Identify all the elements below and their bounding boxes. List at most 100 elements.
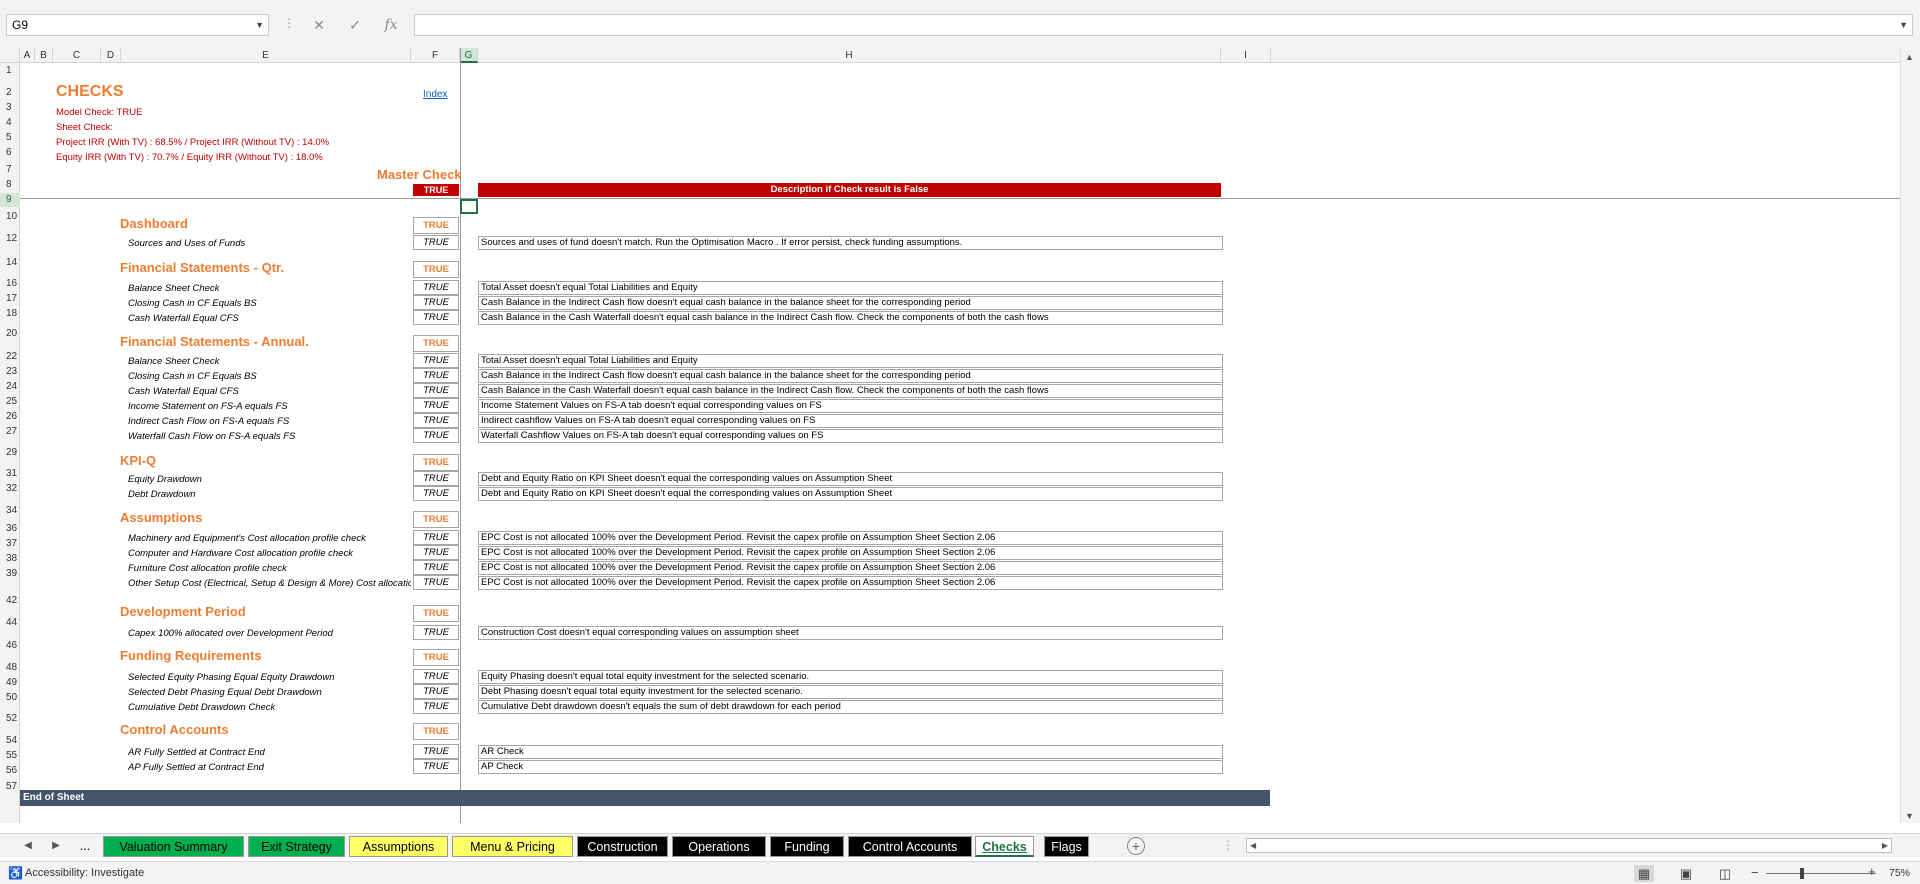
row-header-17[interactable]: 17	[0, 292, 20, 306]
select-all-corner[interactable]	[0, 48, 20, 63]
accessibility-status[interactable]: Accessibility: Investigate	[25, 867, 144, 879]
more-options-icon[interactable]: ⋮	[1222, 838, 1234, 852]
section-check-value[interactable]: TRUE	[413, 217, 459, 234]
row-header-44[interactable]: 44	[0, 616, 20, 630]
row-header-32[interactable]: 32	[0, 482, 20, 496]
next-sheet-icon[interactable]: ▶	[46, 837, 66, 855]
sheet-tab-funding[interactable]: Funding	[770, 836, 844, 857]
cancel-icon[interactable]: ✕	[306, 14, 332, 36]
row-header-23[interactable]: 23	[0, 365, 20, 379]
zoom-in-icon[interactable]: +	[1868, 864, 1876, 879]
column-header-b[interactable]: B	[35, 48, 53, 63]
scroll-right-icon[interactable]: ▶	[1882, 839, 1888, 852]
selected-cell[interactable]	[460, 199, 478, 214]
column-header-d[interactable]: D	[101, 48, 121, 63]
check-icon[interactable]: ✓	[342, 14, 368, 36]
check-description[interactable]: Equity Phasing doesn't equal total equit…	[478, 670, 1223, 684]
zoom-out-icon[interactable]: −	[1751, 865, 1759, 880]
check-value[interactable]: TRUE	[413, 560, 459, 575]
column-header-i[interactable]: I	[1221, 48, 1271, 63]
check-description[interactable]: Waterfall Cashflow Values on FS-A tab do…	[478, 429, 1223, 443]
row-header-36[interactable]: 36	[0, 522, 20, 536]
column-header-h[interactable]: H	[478, 48, 1221, 63]
check-value[interactable]: TRUE	[413, 235, 459, 250]
check-value[interactable]: TRUE	[413, 383, 459, 398]
row-header-52[interactable]: 52	[0, 712, 20, 726]
check-value[interactable]: TRUE	[413, 310, 459, 325]
check-description[interactable]: Debt and Equity Ratio on KPI Sheet doesn…	[478, 472, 1223, 486]
row-header-46[interactable]: 46	[0, 639, 20, 653]
sheet-tab-assumptions[interactable]: Assumptions	[349, 836, 448, 857]
row-header-7[interactable]: 7	[0, 163, 20, 177]
row-header-16[interactable]: 16	[0, 277, 20, 291]
check-value[interactable]: TRUE	[413, 428, 459, 443]
zoom-slider[interactable]	[1766, 873, 1876, 874]
check-description[interactable]: Total Asset doesn't equal Total Liabilit…	[478, 354, 1223, 368]
check-description[interactable]: Cumulative Debt drawdown doesn't equals …	[478, 700, 1223, 714]
horizontal-scrollbar[interactable]: ◀ ▶	[1246, 838, 1892, 853]
column-header-f[interactable]: F	[411, 48, 460, 63]
section-check-value[interactable]: TRUE	[413, 511, 459, 528]
check-value[interactable]: TRUE	[413, 280, 459, 295]
check-description[interactable]: EPC Cost is not allocated 100% over the …	[478, 561, 1223, 575]
check-value[interactable]: TRUE	[413, 545, 459, 560]
page-layout-view-icon[interactable]: ▣	[1676, 865, 1696, 882]
section-check-value[interactable]: TRUE	[413, 261, 459, 278]
row-header-48[interactable]: 48	[0, 661, 20, 675]
prev-sheet-icon[interactable]: ◀	[18, 837, 38, 855]
check-value[interactable]: TRUE	[413, 486, 459, 501]
zoom-level[interactable]: 75%	[1889, 867, 1910, 879]
row-header-42[interactable]: 42	[0, 594, 20, 608]
row-header-14[interactable]: 14	[0, 256, 20, 270]
section-check-value[interactable]: TRUE	[413, 649, 459, 666]
check-value[interactable]: TRUE	[413, 625, 459, 640]
row-header-29[interactable]: 29	[0, 446, 20, 460]
row-header-2[interactable]: 2	[0, 86, 20, 100]
check-description[interactable]: AR Check	[478, 745, 1223, 759]
check-value[interactable]: TRUE	[413, 684, 459, 699]
check-value[interactable]: TRUE	[413, 530, 459, 545]
sheet-tab-operations[interactable]: Operations	[672, 836, 766, 857]
check-description[interactable]: Cash Balance in the Cash Waterfall doesn…	[478, 384, 1223, 398]
sheet-tab-menu-pricing[interactable]: Menu & Pricing	[452, 836, 573, 857]
sheet-tab-exit-strategy[interactable]: Exit Strategy	[248, 836, 345, 857]
row-header-38[interactable]: 38	[0, 552, 20, 566]
row-header-18[interactable]: 18	[0, 307, 20, 321]
row-header-12[interactable]: 12	[0, 232, 20, 246]
sheet-tab-checks[interactable]: Checks	[975, 836, 1034, 857]
vertical-scrollbar[interactable]: ▲ ▼	[1900, 48, 1920, 823]
more-sheets-button[interactable]: ...	[72, 836, 98, 857]
check-description[interactable]: EPC Cost is not allocated 100% over the …	[478, 546, 1223, 560]
check-value[interactable]: TRUE	[413, 398, 459, 413]
row-header-55[interactable]: 55	[0, 749, 20, 763]
check-value[interactable]: TRUE	[413, 575, 459, 590]
check-description[interactable]: EPC Cost is not allocated 100% over the …	[478, 531, 1223, 545]
sheet-tab-valuation-summary[interactable]: Valuation Summary	[103, 836, 244, 857]
page-break-view-icon[interactable]: ◫	[1715, 865, 1735, 882]
check-description[interactable]: AP Check	[478, 760, 1223, 774]
check-value[interactable]: TRUE	[413, 295, 459, 310]
section-check-value[interactable]: TRUE	[413, 723, 459, 740]
row-header-1[interactable]: 1	[0, 64, 20, 78]
row-header-22[interactable]: 22	[0, 350, 20, 364]
column-header-a[interactable]: A	[20, 48, 35, 63]
add-sheet-icon[interactable]: +	[1127, 837, 1145, 855]
row-header-8[interactable]: 8	[0, 178, 20, 192]
check-description[interactable]: Indirect cashflow Values on FS-A tab doe…	[478, 414, 1223, 428]
sheet-tab-control-accounts[interactable]: Control Accounts	[848, 836, 972, 857]
normal-view-icon[interactable]: ▦	[1634, 865, 1654, 882]
row-header-54[interactable]: 54	[0, 734, 20, 748]
name-box[interactable]: G9 ▼	[6, 14, 269, 36]
formula-input[interactable]: ▼	[414, 14, 1913, 36]
check-value[interactable]: TRUE	[413, 669, 459, 684]
row-header-3[interactable]: 3	[0, 101, 20, 115]
check-description[interactable]: Income Statement Values on FS-A tab does…	[478, 399, 1223, 413]
column-header-e[interactable]: E	[121, 48, 411, 63]
index-link[interactable]: Index	[423, 89, 447, 100]
sheet-tab-construction[interactable]: Construction	[577, 836, 668, 857]
check-value[interactable]: TRUE	[413, 759, 459, 774]
check-value[interactable]: TRUE	[413, 699, 459, 714]
row-header-49[interactable]: 49	[0, 676, 20, 690]
expand-icon[interactable]: ▼	[1899, 15, 1908, 35]
row-header-4[interactable]: 4	[0, 116, 20, 130]
